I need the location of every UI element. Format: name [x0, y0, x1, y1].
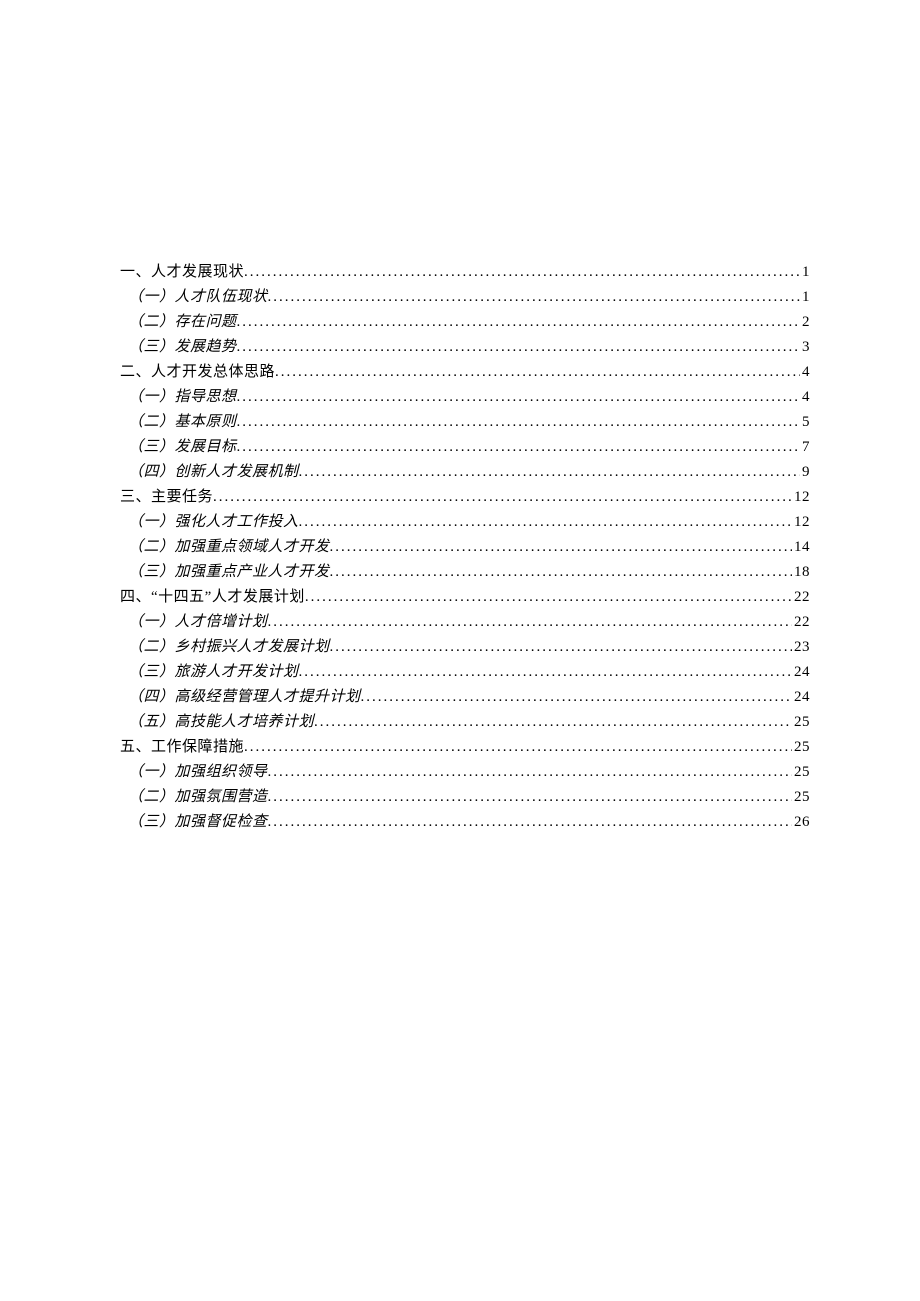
toc-entry-title: （一）人才队伍现状: [128, 285, 268, 309]
toc-entry-title: （一）加强组织领导: [128, 760, 268, 784]
toc-entry: 一、人才发展现状 1: [120, 260, 810, 284]
toc-leader-dots: [268, 810, 792, 834]
toc-entry-page: 7: [800, 435, 810, 459]
toc-leader-dots: [268, 785, 792, 809]
toc-entry-title: （二）加强重点领域人才开发: [128, 535, 330, 559]
toc-leader-dots: [237, 410, 800, 434]
toc-leader-dots: [299, 510, 792, 534]
toc-entry-title: （一）强化人才工作投入: [128, 510, 299, 534]
toc-leader-dots: [237, 310, 800, 334]
toc-leader-dots: [244, 260, 800, 284]
toc-leader-dots: [305, 585, 792, 609]
toc-entry-title: （三）发展趋势: [128, 335, 237, 359]
toc-leader-dots: [299, 660, 792, 684]
toc-entry: 五、工作保障措施 25: [120, 735, 810, 759]
toc-entry: （二）存在问题 2: [120, 310, 810, 334]
toc-entry-title: （五）高技能人才培养计划: [128, 710, 314, 734]
toc-entry: 四、“十四五”人才发展计划 22: [120, 585, 810, 609]
toc-entry-page: 18: [792, 560, 810, 584]
toc-entry-title: （三）旅游人才开发计划: [128, 660, 299, 684]
toc-entry-page: 12: [792, 485, 810, 509]
toc-entry: （二）基本原则 5: [120, 410, 810, 434]
toc-leader-dots: [268, 285, 800, 309]
toc-entry-title: 二、人才开发总体思路: [120, 360, 275, 384]
toc-entry-title: 一、人才发展现状: [120, 260, 244, 284]
toc-entry-page: 24: [792, 660, 810, 684]
toc-entry-title: （三）加强重点产业人才开发: [128, 560, 330, 584]
toc-leader-dots: [330, 560, 792, 584]
toc-leader-dots: [268, 760, 792, 784]
toc-entry: （二）乡村振兴人才发展计划 23: [120, 635, 810, 659]
toc-entry-title: 五、工作保障措施: [120, 735, 244, 759]
toc-entry-page: 14: [792, 535, 810, 559]
toc-entry-page: 25: [792, 785, 810, 809]
toc-entry-title: （三）发展目标: [128, 435, 237, 459]
toc-entry-page: 4: [800, 360, 810, 384]
toc-entry: （三）发展趋势 3: [120, 335, 810, 359]
toc-entry: （四）高级经营管理人才提升计划 24: [120, 685, 810, 709]
toc-entry-page: 5: [800, 410, 810, 434]
toc-leader-dots: [275, 360, 800, 384]
toc-entry-title: （四）创新人才发展机制: [128, 460, 299, 484]
toc-entry-page: 25: [792, 760, 810, 784]
toc-entry: （一）人才队伍现状 1: [120, 285, 810, 309]
toc-entry-title: 四、“十四五”人才发展计划: [120, 585, 305, 609]
toc-entry-page: 4: [800, 385, 810, 409]
toc-entry-page: 1: [800, 285, 810, 309]
toc-entry: （一）指导思想 4: [120, 385, 810, 409]
toc-entry: （二）加强氛围营造 25: [120, 785, 810, 809]
toc-entry-title: （二）乡村振兴人才发展计划: [128, 635, 330, 659]
toc-entry-page: 25: [792, 735, 810, 759]
toc-entry-page: 1: [800, 260, 810, 284]
toc-entry: 二、人才开发总体思路 4: [120, 360, 810, 384]
toc-leader-dots: [299, 460, 800, 484]
toc-entry-title: 三、主要任务: [120, 485, 213, 509]
toc-entry-page: 2: [800, 310, 810, 334]
toc-entry-page: 3: [800, 335, 810, 359]
toc-entry: （三）加强重点产业人才开发 18: [120, 560, 810, 584]
toc-leader-dots: [314, 710, 792, 734]
toc-entry: （一）强化人才工作投入 12: [120, 510, 810, 534]
toc-entry-page: 22: [792, 610, 810, 634]
toc-entry-title: （一）人才倍增计划: [128, 610, 268, 634]
toc-entry-page: 23: [792, 635, 810, 659]
toc-entry-title: （二）加强氛围营造: [128, 785, 268, 809]
toc-leader-dots: [237, 335, 800, 359]
toc-entry-page: 12: [792, 510, 810, 534]
toc-entry: （一）加强组织领导 25: [120, 760, 810, 784]
toc-entry: （一）人才倍增计划 22: [120, 610, 810, 634]
toc-entry-page: 22: [792, 585, 810, 609]
toc-entry-title: （一）指导思想: [128, 385, 237, 409]
toc-leader-dots: [237, 385, 800, 409]
toc-entry-title: （二）基本原则: [128, 410, 237, 434]
toc-entry: （三）旅游人才开发计划 24: [120, 660, 810, 684]
toc-entry-title: （三）加强督促检查: [128, 810, 268, 834]
toc-entry: （四）创新人才发展机制 9: [120, 460, 810, 484]
table-of-contents: 一、人才发展现状1（一）人才队伍现状1（二）存在问题2（三）发展趋势3二、人才开…: [120, 260, 810, 834]
toc-entry: （五）高技能人才培养计划 25: [120, 710, 810, 734]
toc-entry: （二）加强重点领域人才开发 14: [120, 535, 810, 559]
toc-leader-dots: [330, 635, 792, 659]
toc-leader-dots: [330, 535, 792, 559]
toc-entry-page: 26: [792, 810, 810, 834]
toc-entry: 三、主要任务 12: [120, 485, 810, 509]
toc-entry-title: （二）存在问题: [128, 310, 237, 334]
toc-leader-dots: [237, 435, 800, 459]
toc-leader-dots: [244, 735, 792, 759]
toc-leader-dots: [213, 485, 792, 509]
toc-entry-page: 25: [792, 710, 810, 734]
toc-leader-dots: [361, 685, 792, 709]
toc-entry-title: （四）高级经营管理人才提升计划: [128, 685, 361, 709]
toc-entry: （三）加强督促检查 26: [120, 810, 810, 834]
toc-entry-page: 24: [792, 685, 810, 709]
toc-entry-page: 9: [800, 460, 810, 484]
toc-leader-dots: [268, 610, 792, 634]
toc-entry: （三）发展目标 7: [120, 435, 810, 459]
